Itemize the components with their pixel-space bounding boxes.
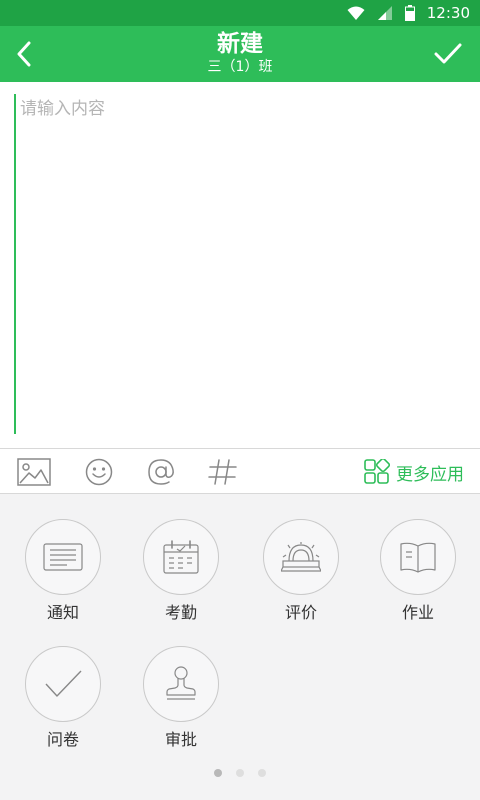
app-survey-circle (25, 646, 101, 722)
emoji-icon (85, 458, 113, 486)
insert-image-button[interactable] (14, 449, 54, 495)
back-button[interactable] (4, 26, 44, 82)
check-icon (434, 43, 462, 64)
app-notice-circle (25, 519, 101, 595)
app-approval[interactable]: 审批 (131, 646, 231, 750)
at-sign-icon (148, 459, 174, 485)
header-titles: 新建 三（1）班 (120, 30, 360, 76)
chevron-left-icon (17, 41, 31, 67)
page-title: 新建 (217, 31, 263, 57)
app-attendance-label: 考勤 (164, 603, 197, 622)
page-dot-1[interactable] (214, 769, 222, 777)
status-bar: 12:30 (0, 0, 480, 26)
app-attendance-circle (143, 519, 219, 595)
calendar-icon (163, 540, 199, 574)
more-apps-label: 更多应用 (396, 464, 464, 485)
hashtag-icon (208, 459, 237, 485)
app-homework-circle (380, 519, 456, 595)
app-survey[interactable]: 问卷 (13, 646, 113, 750)
page-subtitle: 三（1）班 (207, 59, 273, 75)
app-approval-circle (143, 646, 219, 722)
notice-icon (43, 543, 83, 571)
apps-grid-icon (364, 459, 390, 484)
award-icon (281, 542, 321, 572)
page-indicator (0, 769, 480, 777)
app-approval-label: 审批 (164, 730, 197, 749)
page-dot-3[interactable] (258, 769, 266, 777)
app-evaluation[interactable]: 评价 (251, 519, 351, 623)
app-attendance[interactable]: 考勤 (131, 519, 231, 623)
app-evaluation-circle (263, 519, 339, 595)
book-icon (400, 542, 436, 573)
check-icon (45, 670, 82, 697)
compose-toolbar: 更多应用 (0, 448, 480, 494)
wifi-icon (347, 6, 365, 20)
app-notice-label: 通知 (46, 603, 79, 622)
battery-icon (404, 5, 415, 21)
page-dot-2[interactable] (236, 769, 244, 777)
status-time: 12:30 (426, 4, 470, 22)
mention-button[interactable] (144, 449, 178, 495)
content-input[interactable] (14, 94, 464, 434)
app-survey-label: 问卷 (46, 730, 79, 749)
app-evaluation-label: 评价 (284, 603, 317, 622)
app-homework[interactable]: 作业 (368, 519, 468, 623)
cellular-signal-icon (377, 6, 392, 20)
more-apps-button[interactable]: 更多应用 (364, 449, 464, 495)
insert-emoji-button[interactable] (82, 449, 116, 495)
app-bar: 新建 三（1）班 (0, 26, 480, 82)
image-icon (17, 458, 51, 486)
topic-button[interactable] (206, 449, 240, 495)
apps-panel: 通知 考勤 评价 作业 问卷 审批 (0, 494, 480, 800)
app-homework-label: 作业 (401, 603, 434, 622)
confirm-button[interactable] (426, 26, 470, 82)
editor-area (0, 82, 480, 448)
stamp-icon (166, 666, 196, 700)
app-notice[interactable]: 通知 (13, 519, 113, 623)
